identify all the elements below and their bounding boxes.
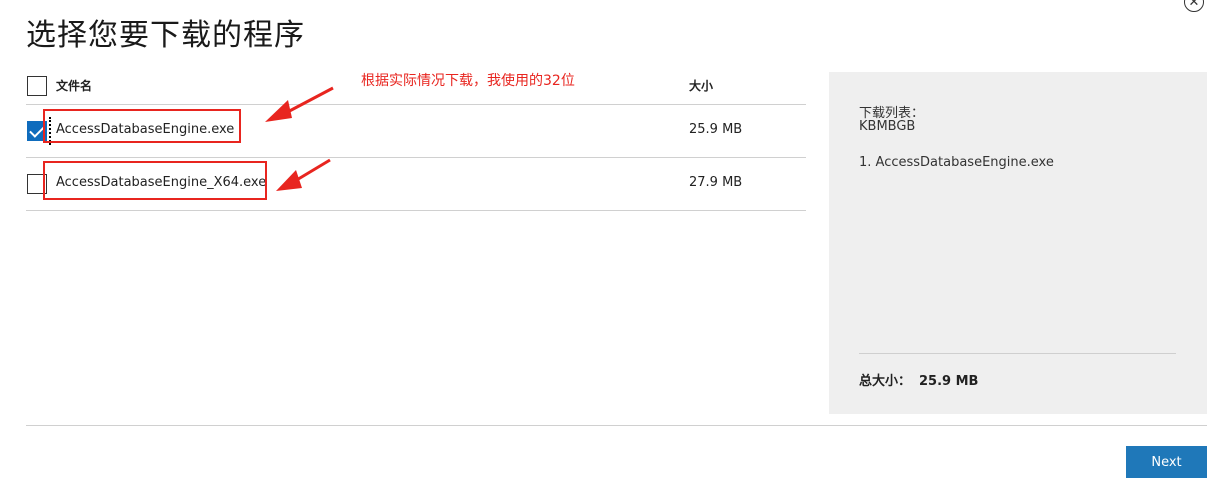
page-title: 选择您要下载的程序 <box>26 18 305 53</box>
total-size-label: 总大小： <box>859 374 912 389</box>
file-size-1: 25.9 MB <box>689 122 743 137</box>
download-list-item: 1. AccessDatabaseEngine.exe <box>859 155 1054 170</box>
next-button[interactable]: Next <box>1126 446 1207 478</box>
highlight-box-2 <box>43 161 267 200</box>
header-file-name: 文件名 <box>56 79 93 93</box>
highlight-box-1 <box>43 109 241 143</box>
download-list-units: KBMBGB <box>859 119 916 134</box>
divider <box>859 353 1176 354</box>
divider <box>26 425 1207 426</box>
select-all-checkbox[interactable] <box>27 76 47 96</box>
total-size: 总大小： 25.9 MB <box>859 370 978 389</box>
annotation-text: 根据实际情况下载，我使用的32位 <box>361 73 575 89</box>
download-list-panel: 下载列表： KBMBGB 1. AccessDatabaseEngine.exe… <box>829 72 1207 414</box>
close-icon[interactable]: ✕ <box>1184 0 1204 12</box>
header-size: 大小 <box>689 79 714 93</box>
total-size-value: 25.9 MB <box>919 374 979 389</box>
file-size-2: 27.9 MB <box>689 175 743 190</box>
